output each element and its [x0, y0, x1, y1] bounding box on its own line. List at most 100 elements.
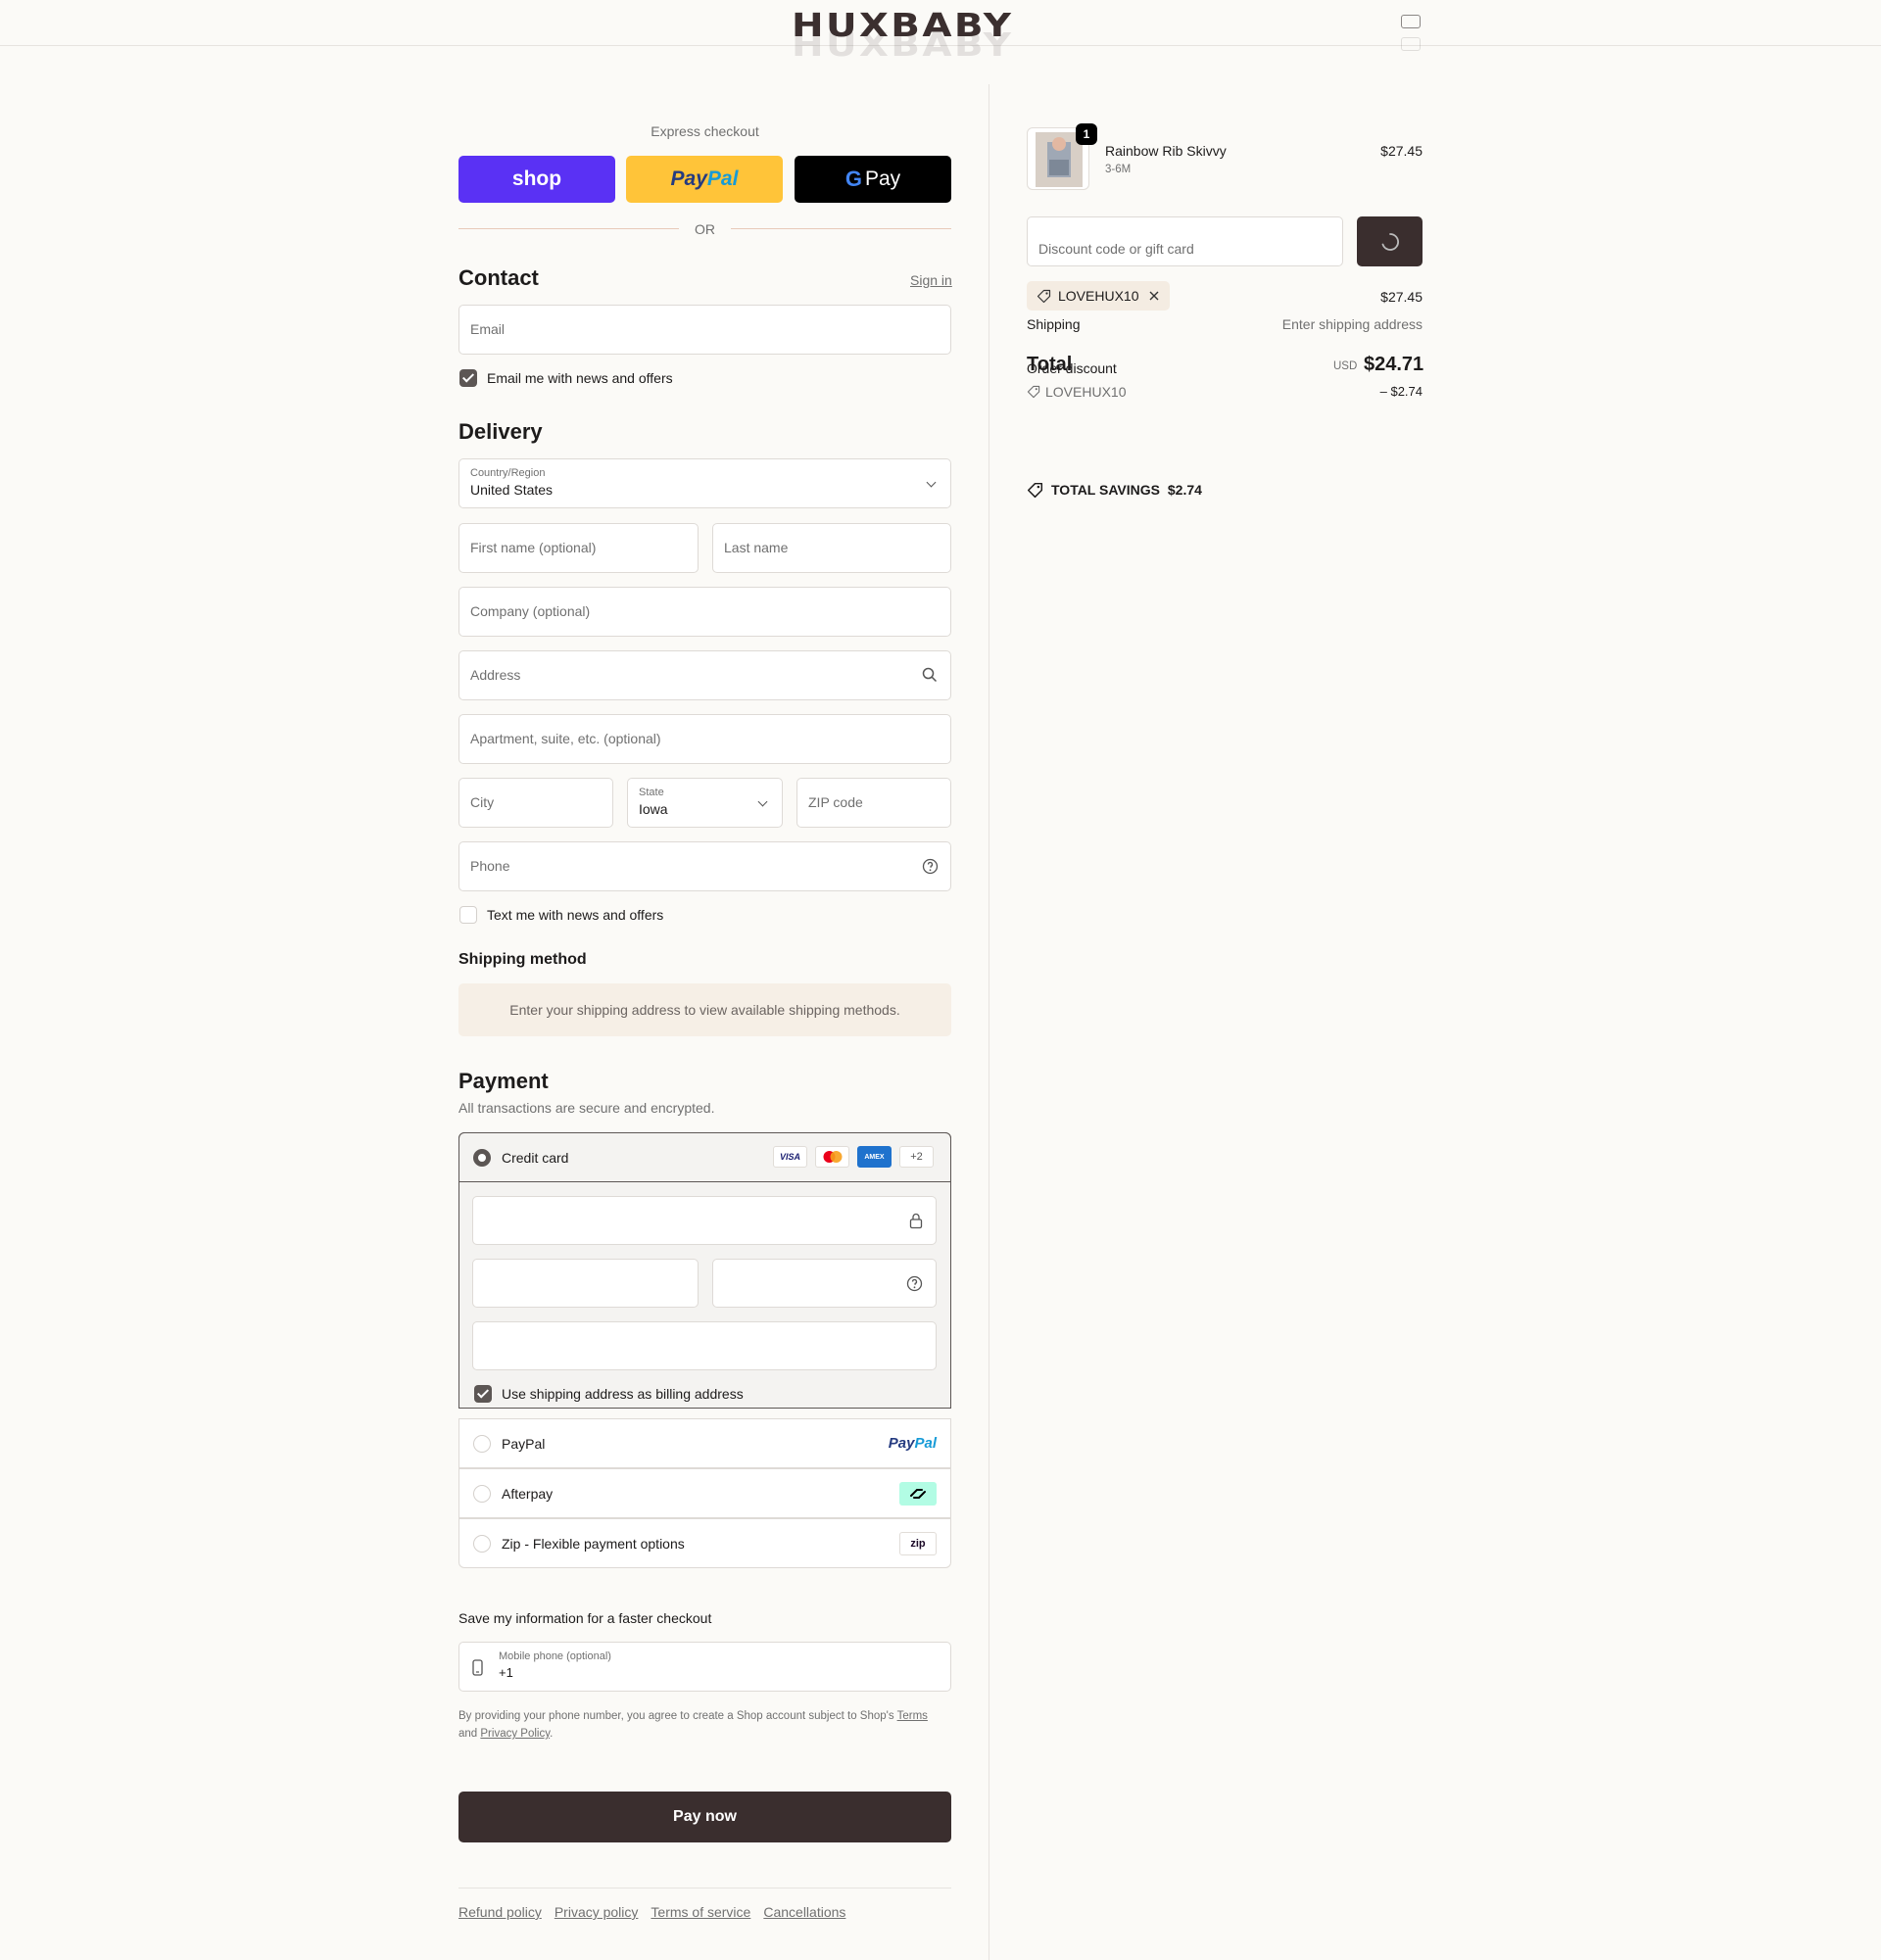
apply-discount-button[interactable]: [1357, 216, 1423, 266]
state-value: Iowa: [639, 801, 668, 817]
discount-code-field[interactable]: Discount code or gift card: [1027, 216, 1343, 266]
shipping-method-notice: Enter your shipping address to view avai…: [458, 983, 951, 1036]
mastercard-logo: [823, 1151, 842, 1163]
security-code-field[interactable]: [712, 1259, 937, 1308]
sign-in-link[interactable]: Sign in: [910, 272, 952, 288]
terms-of-service-link[interactable]: Terms of service: [651, 1904, 750, 1920]
express-checkout-title: Express checkout: [651, 123, 759, 139]
legal-prefix: By providing your phone number, you agre…: [458, 1710, 897, 1722]
credit-card-option[interactable]: Credit card VISA AMEX +2: [458, 1132, 951, 1182]
phone-field[interactable]: Phone: [458, 841, 951, 891]
pay-now-button[interactable]: Pay now: [458, 1792, 951, 1842]
name-on-card-field[interactable]: [472, 1321, 937, 1370]
credit-card-label: Credit card: [502, 1150, 569, 1166]
company-placeholder: Company (optional): [470, 603, 591, 619]
chevron-down-icon: [757, 796, 768, 807]
state-select[interactable]: State Iowa: [627, 778, 783, 828]
refund-policy-link[interactable]: Refund policy: [458, 1904, 542, 1920]
tag-icon: [1027, 385, 1040, 399]
bag-icon[interactable]: [1401, 15, 1421, 28]
country-select[interactable]: Country/Region United States: [458, 458, 951, 508]
total-currency: USD: [1333, 360, 1358, 372]
store-logo-reflection: HUXBABY: [792, 25, 1014, 64]
shop-pay-button[interactable]: shop: [458, 156, 615, 203]
newsletter-label: Email me with news and offers: [487, 370, 673, 386]
save-info-heading: Save my information for a faster checkou…: [458, 1610, 712, 1626]
applied-discount-code: LOVEHUX10: [1058, 288, 1139, 304]
more-cards-badge: +2: [899, 1146, 934, 1168]
search-icon: [922, 667, 938, 683]
afterpay-radio[interactable]: [473, 1485, 491, 1503]
paypal-express-button[interactable]: Pay Pal: [626, 156, 783, 203]
paypal-icon-pay: Pay: [888, 1435, 915, 1452]
remove-discount-icon[interactable]: [1148, 290, 1160, 302]
newsletter-checkbox[interactable]: [459, 369, 477, 387]
google-pay-button[interactable]: G Pay: [795, 156, 951, 203]
billing-same-label: Use shipping address as billing address: [502, 1386, 744, 1402]
loading-spinner-icon: [1381, 232, 1399, 251]
amex-icon: AMEX: [857, 1146, 892, 1168]
paypal-option-label: PayPal: [502, 1436, 546, 1452]
zip-option-label: Zip - Flexible payment options: [502, 1536, 685, 1552]
cancellations-link[interactable]: Cancellations: [763, 1904, 845, 1920]
help-icon[interactable]: [906, 1275, 923, 1292]
help-icon[interactable]: [922, 858, 939, 875]
legal-suffix: .: [550, 1728, 554, 1740]
paypal-icon-pal: Pal: [914, 1435, 937, 1452]
zip-radio[interactable]: [473, 1535, 491, 1553]
billing-same-checkbox[interactable]: [474, 1385, 492, 1403]
lock-icon: [909, 1213, 923, 1229]
country-label: Country/Region: [470, 467, 546, 479]
last-name-placeholder: Last name: [724, 540, 789, 555]
afterpay-arrows-icon: [910, 1489, 926, 1499]
paypal-logo-pay: Pay: [670, 167, 707, 190]
total-value: $24.71: [1364, 354, 1424, 375]
terms-link[interactable]: Terms: [897, 1710, 928, 1722]
shipping-label: Shipping: [1027, 316, 1081, 332]
credit-card-radio[interactable]: [473, 1149, 491, 1167]
chevron-down-icon: [926, 477, 937, 488]
mobile-phone-label: Mobile phone (optional): [499, 1650, 611, 1662]
tag-icon: [1037, 289, 1051, 304]
last-name-field[interactable]: Last name: [712, 523, 951, 573]
header: HUXBABY HUXBABY: [0, 0, 1881, 64]
footer-links: Refund policy Privacy policy Terms of se…: [458, 1904, 845, 1920]
bag-icon-reflection: [1401, 37, 1421, 51]
paypal-option[interactable]: PayPal PayPal: [458, 1418, 951, 1468]
shipping-value: Enter shipping address: [1281, 316, 1423, 332]
privacy-policy-link[interactable]: Privacy Policy: [480, 1728, 550, 1740]
legal-and: and: [458, 1728, 481, 1740]
first-name-placeholder: First name (optional): [470, 540, 597, 555]
email-placeholder: Email: [470, 321, 506, 337]
afterpay-icon: [899, 1482, 937, 1506]
subtotal-value: $27.45: [1380, 289, 1423, 305]
address-placeholder: Address: [470, 667, 521, 683]
city-field[interactable]: City: [458, 778, 613, 828]
card-number-field[interactable]: [472, 1196, 937, 1245]
address-field[interactable]: Address: [458, 650, 951, 700]
phone-placeholder: Phone: [470, 858, 510, 874]
company-field[interactable]: Company (optional): [458, 587, 951, 637]
email-field[interactable]: Email: [458, 305, 951, 355]
expiration-date-field[interactable]: [472, 1259, 699, 1308]
contact-heading: Contact: [458, 265, 539, 290]
sms-checkbox[interactable]: [459, 906, 477, 924]
or-divider-left: [458, 228, 679, 229]
mobile-icon: [472, 1659, 483, 1676]
shop-legal-text: By providing your phone number, you agre…: [458, 1707, 951, 1743]
or-divider-right: [731, 228, 951, 229]
privacy-policy-footer-link[interactable]: Privacy policy: [555, 1904, 639, 1920]
mobile-phone-field[interactable]: Mobile phone (optional) +1: [458, 1642, 951, 1692]
afterpay-option-label: Afterpay: [502, 1486, 554, 1502]
afterpay-option[interactable]: Afterpay: [458, 1468, 951, 1518]
visa-icon: VISA: [773, 1146, 807, 1168]
zip-option[interactable]: Zip - Flexible payment options zip: [458, 1518, 951, 1568]
product-variant: 3-6M: [1105, 164, 1132, 175]
mastercard-icon: [815, 1146, 849, 1168]
product-price: $27.45: [1380, 143, 1423, 159]
discount-amount: – $2.74: [1379, 384, 1423, 399]
first-name-field[interactable]: First name (optional): [458, 523, 699, 573]
zip-field[interactable]: ZIP code: [796, 778, 951, 828]
apartment-field[interactable]: Apartment, suite, etc. (optional): [458, 714, 951, 764]
paypal-radio[interactable]: [473, 1435, 491, 1453]
